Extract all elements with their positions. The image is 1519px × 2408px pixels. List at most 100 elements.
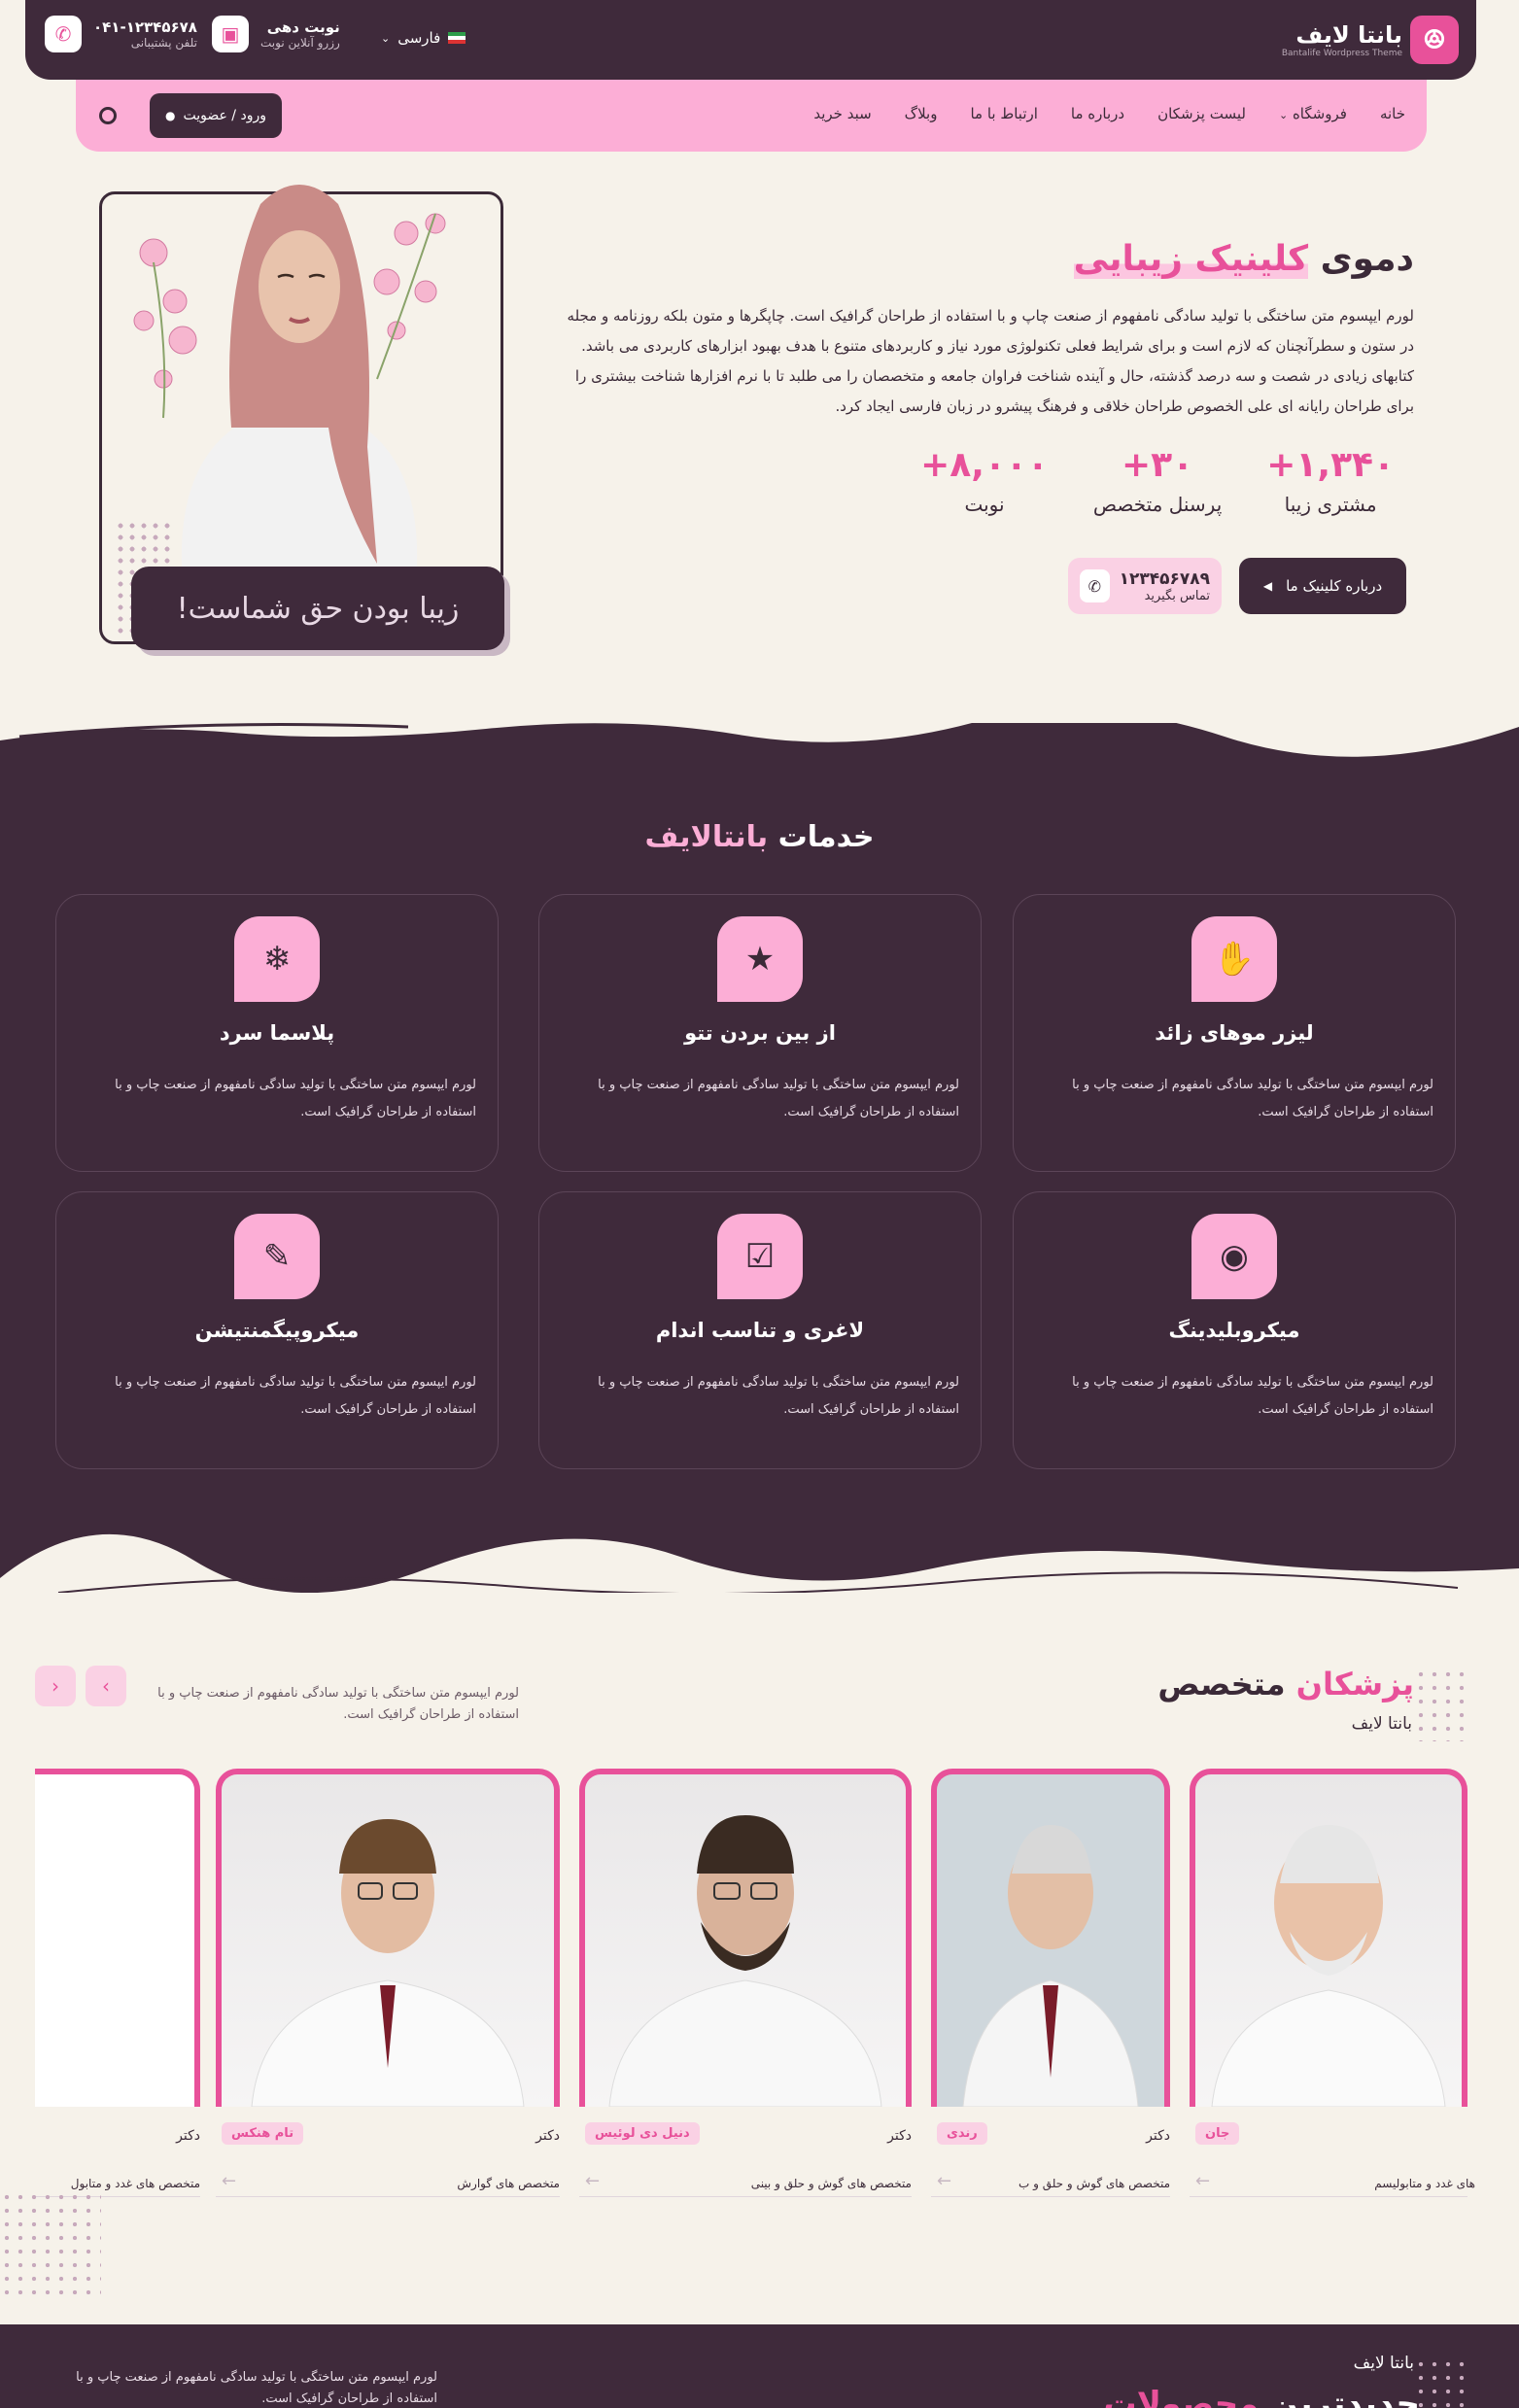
- call-button[interactable]: ۱۲۳۴۵۶۷۸۹ تماس بگیرید ✆: [1068, 558, 1222, 614]
- services-title-highlight: بانتالایف: [644, 820, 769, 854]
- user-icon: ●: [165, 109, 176, 122]
- chevron-left-icon: ◀: [1262, 579, 1273, 593]
- doctor-role: دکتر: [176, 2128, 200, 2144]
- doctors-description: لورم ایپسوم متن ساختگی با تولید سادگی نا…: [157, 1686, 519, 1722]
- nav-item-doctors[interactable]: لیست پزشکان: [1157, 105, 1246, 122]
- service-desc: لورم ایپسوم متن ساختگی با تولید سادگی نا…: [115, 1375, 476, 1417]
- divider: [579, 2196, 912, 2197]
- eye-icon: ◉: [1191, 1214, 1277, 1299]
- nav-menu: خانه فروشگاه ⌄ لیست پزشکان درباره ما ارت…: [813, 105, 1405, 122]
- doctor-card[interactable]: دکتر رندی متخصص های گوش و حلق و ب ←: [931, 1769, 1170, 2197]
- doctor-role: دکتر: [535, 2128, 560, 2144]
- booking-subtitle: رزرو آنلاین نوبت: [260, 36, 340, 50]
- hero-title-prefix: دموی: [1320, 239, 1414, 279]
- nav-item-cart[interactable]: سبد خرید: [813, 105, 871, 122]
- hero-title: دموی کلینیک زیبایی: [1073, 239, 1414, 279]
- hero-image-caption: زیبا بودن حق شماست!: [131, 567, 504, 650]
- doctor-card[interactable]: دکتر تام هنکس متخصص های گوارش ←: [216, 1769, 560, 2197]
- nav-item-shop[interactable]: فروشگاه ⌄: [1279, 105, 1347, 122]
- service-card[interactable]: ★ از بین بردن تتو لورم ایپسوم متن ساختگی…: [538, 894, 982, 1172]
- top-bar: ꔮ بانتا لایف Bantalife Wordpress Theme ف…: [25, 0, 1476, 80]
- stat-label: نوبت: [964, 493, 1005, 516]
- chevron-left-icon: ‹: [52, 1674, 59, 1698]
- logo-mark-icon: ꔮ: [1410, 16, 1459, 64]
- service-desc: لورم ایپسوم متن ساختگی با تولید سادگی نا…: [1072, 1078, 1433, 1119]
- nav-item-home[interactable]: خانه: [1380, 105, 1405, 122]
- carousel-next-button[interactable]: ›: [86, 1666, 126, 1706]
- nav-item-blog[interactable]: وبلاگ: [905, 105, 938, 122]
- login-button[interactable]: ورود / عضویت ●: [150, 93, 282, 138]
- doctor-image: [608, 1815, 882, 2107]
- doctor-photo: [931, 1769, 1170, 2107]
- stat-number: +۸,۰۰۰: [920, 445, 1049, 485]
- doctor-specialty: متخصص های غدد و متابول: [70, 2177, 200, 2190]
- divider: [1190, 2196, 1467, 2197]
- service-card[interactable]: ✋ لیزر موهای زائد لورم ایپسوم متن ساختگی…: [1013, 894, 1456, 1172]
- hero-title-highlight: کلینیک زیبایی: [1073, 239, 1309, 279]
- about-clinic-button[interactable]: درباره کلینیک ما ◀: [1239, 558, 1406, 614]
- service-title: لیزر موهای زائد: [1155, 1021, 1314, 1045]
- brand-name: بانتا لایف: [1295, 21, 1402, 49]
- products-title: جدیدترین محصولات: [1103, 2385, 1420, 2408]
- iran-flag-icon: [448, 32, 466, 44]
- divider: [931, 2196, 1170, 2197]
- main-nav: خانه فروشگاه ⌄ لیست پزشکان درباره ما ارت…: [76, 80, 1427, 152]
- services-section: خدمات بانتالایف ✋ لیزر موهای زائد لورم ا…: [0, 723, 1519, 1593]
- stat-appointments: +۸,۰۰۰ نوبت: [920, 445, 1049, 516]
- booking-title: نوبت دهی: [266, 18, 340, 36]
- booking-box[interactable]: نوبت دهی رزرو آنلاین نوبت ▣: [212, 16, 340, 52]
- products-title-highlight: محصولات: [1103, 2385, 1260, 2408]
- phone-icon: ✆: [45, 16, 82, 52]
- doctors-title-highlight: پزشکان: [1295, 1666, 1414, 1703]
- about-clinic-label: درباره کلینیک ما: [1286, 577, 1383, 595]
- doctor-specialty: متخصص های گوارش: [457, 2177, 560, 2190]
- pencil-icon: ✎: [234, 1214, 320, 1299]
- doctor-card[interactable]: دکتر دنیل دی لوئیس متخصص های گوش و حلق و…: [579, 1769, 912, 2197]
- doctor-name: تام هنکس: [222, 2122, 304, 2145]
- doctor-name: رندی: [937, 2122, 987, 2145]
- nav-item-contact[interactable]: ارتباط با ما: [970, 105, 1037, 122]
- call-number: ۱۲۳۴۵۶۷۸۹: [1119, 568, 1210, 589]
- doctor-photo: [579, 1769, 912, 2107]
- stat-staff: +۳۰ پرسنل متخصص: [1093, 445, 1222, 516]
- doctor-role: دکتر: [1146, 2128, 1170, 2144]
- doctor-specialty: های غدد و متابولیسم: [1374, 2177, 1475, 2190]
- site-logo[interactable]: ꔮ بانتا لایف Bantalife Wordpress Theme: [1282, 16, 1459, 64]
- doctor-image: [962, 1825, 1139, 2107]
- doctor-card[interactable]: دکتر متخصص های غدد و متابول: [35, 1769, 200, 2197]
- support-subtitle: تلفن پشتیبانی: [130, 36, 197, 50]
- arrow-left-icon[interactable]: ←: [222, 2171, 236, 2191]
- divider: [216, 2196, 560, 2197]
- service-card[interactable]: ✎ میکروپیگمنتیشن لورم ایپسوم متن ساختگی …: [55, 1191, 499, 1469]
- service-card[interactable]: ☑ لاغری و تناسب اندام لورم ایپسوم متن سا…: [538, 1191, 982, 1469]
- phone-icon: ✆: [1080, 569, 1110, 602]
- service-card[interactable]: ◉ میکروبلیدینگ لورم ایپسوم متن ساختگی با…: [1013, 1191, 1456, 1469]
- language-switcher[interactable]: فارسی ⌄: [381, 29, 466, 47]
- arrow-left-icon[interactable]: ←: [937, 2171, 951, 2191]
- login-label: ورود / عضویت: [183, 108, 266, 123]
- decorative-dots: [1414, 1668, 1468, 1741]
- support-phone: ۰۴۱-۱۲۳۴۵۶۷۸: [93, 18, 197, 36]
- doctor-photo: [216, 1769, 560, 2107]
- hand-sparkle-icon: ✋: [1191, 916, 1277, 1002]
- carousel-prev-button[interactable]: ‹: [35, 1666, 76, 1706]
- service-title: لاغری و تناسب اندام: [655, 1319, 865, 1342]
- search-icon[interactable]: [99, 107, 117, 124]
- service-title: از بین بردن تتو: [684, 1021, 836, 1045]
- nav-item-about[interactable]: درباره ما: [1071, 105, 1124, 122]
- arrow-left-icon[interactable]: ←: [585, 2171, 600, 2191]
- arrow-left-icon[interactable]: ←: [1195, 2171, 1210, 2191]
- doctor-card[interactable]: جان های غدد و متابولیسم ←: [1190, 1769, 1475, 2197]
- decorative-dots: [0, 2190, 101, 2297]
- brand-tagline: Bantalife Wordpress Theme: [1281, 49, 1402, 58]
- stat-customers: +۱,۳۴۰ مشتری زیبا: [1266, 445, 1395, 516]
- service-card[interactable]: ❄ پلاسما سرد لورم ایپسوم متن ساختگی با ت…: [55, 894, 499, 1172]
- language-label: فارسی: [397, 29, 441, 47]
- products-subtitle: بانتا لایف: [1353, 2354, 1414, 2373]
- hero-description: لورم ایپسوم متن ساختگی با تولید سادگی نا…: [567, 307, 1414, 415]
- doctor-image: [1211, 1825, 1446, 2107]
- doctor-specialty: متخصص های گوش و حلق و بینی: [750, 2177, 912, 2190]
- stat-number: +۱,۳۴۰: [1266, 445, 1395, 485]
- stat-label: پرسنل متخصص: [1092, 493, 1223, 516]
- support-box[interactable]: ۰۴۱-۱۲۳۴۵۶۷۸ تلفن پشتیبانی ✆: [45, 16, 197, 52]
